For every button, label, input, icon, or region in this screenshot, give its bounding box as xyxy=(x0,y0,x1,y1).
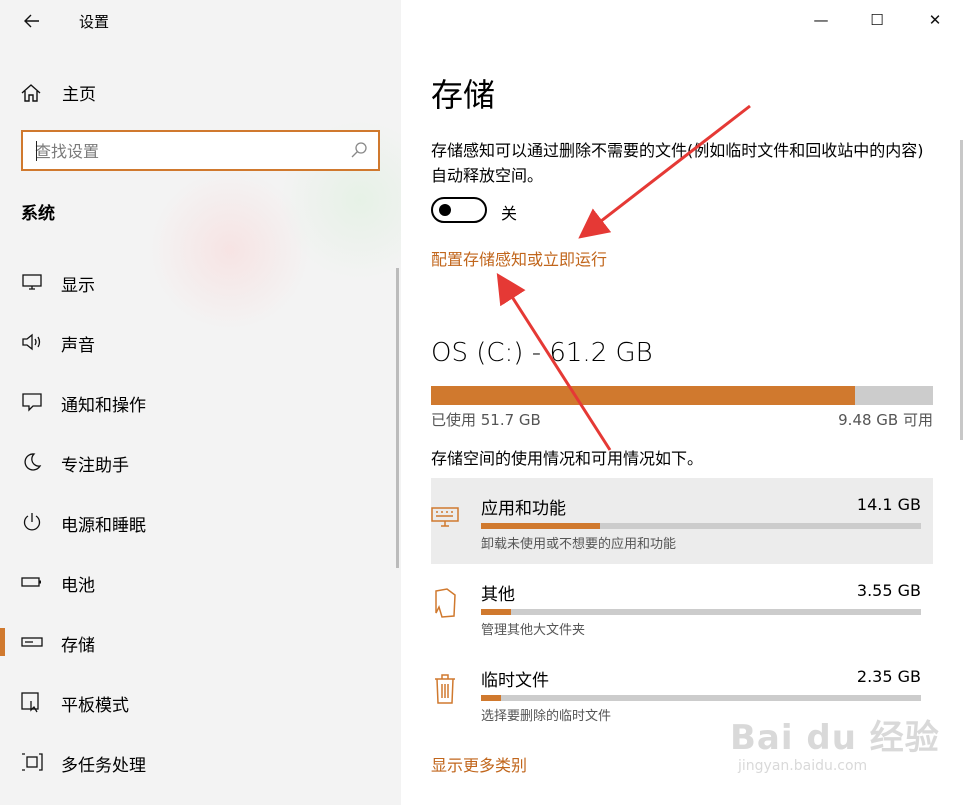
category-usage-fill xyxy=(481,695,501,701)
main-content: — ☐ ✕ 存储 存储感知可以通过删除不需要的文件(例如临时文件和回收站中的内容… xyxy=(401,0,964,805)
storage-sense-toggle[interactable] xyxy=(431,197,487,223)
sidebar-item-battery[interactable]: 电池 xyxy=(0,558,400,608)
category-size: 2.35 GB xyxy=(856,667,921,686)
battery-icon xyxy=(20,570,44,594)
close-button[interactable]: ✕ xyxy=(911,0,959,40)
search-box[interactable] xyxy=(21,130,380,171)
usage-subheading: 存储空间的使用情况和可用情况如下。 xyxy=(431,449,704,468)
main-scrollbar[interactable] xyxy=(960,140,963,440)
section-title: 系统 xyxy=(21,204,55,224)
category-usage-fill xyxy=(481,609,511,615)
category-size: 14.1 GB xyxy=(856,495,921,514)
sidebar-item-label: 专注助手 xyxy=(61,456,129,476)
sidebar-item-label: 主页 xyxy=(62,85,96,105)
sidebar-item-multitasking[interactable]: 多任务处理 xyxy=(0,738,400,788)
category-description: 管理其他大文件夹 xyxy=(481,623,586,638)
back-arrow-icon xyxy=(24,14,39,28)
sidebar-item-label: 显示 xyxy=(61,276,95,296)
monitor-icon xyxy=(20,270,44,294)
category-name: 临时文件 xyxy=(481,671,549,691)
minimize-icon: — xyxy=(813,11,829,29)
sidebar-item-power[interactable]: 电源和睡眠 xyxy=(0,498,400,548)
category-name: 应用和功能 xyxy=(481,499,566,519)
app-title: 设置 xyxy=(79,13,110,31)
category-apps-features[interactable]: 应用和功能 14.1 GB 卸载未使用或不想要的应用和功能 xyxy=(431,478,933,564)
multitask-icon xyxy=(20,750,44,774)
category-size: 3.55 GB xyxy=(856,581,921,600)
baidu-watermark: Bai du 经验 jingyan.baidu.com xyxy=(730,710,950,790)
sidebar-scrollbar[interactable] xyxy=(396,268,399,568)
category-usage-bar xyxy=(481,609,921,615)
minimize-button[interactable]: — xyxy=(797,0,845,40)
search-input[interactable] xyxy=(35,140,335,162)
moon-icon xyxy=(20,450,44,474)
drive-usage-bar xyxy=(431,386,933,405)
watermark-url: jingyan.baidu.com xyxy=(738,758,868,774)
category-description: 卸载未使用或不想要的应用和功能 xyxy=(481,537,677,552)
drive-title: OS (C:) - 61.2 GB xyxy=(431,338,653,368)
category-usage-fill xyxy=(481,523,600,529)
sidebar-item-focus-assist[interactable]: 专注助手 xyxy=(0,438,400,488)
category-usage-bar xyxy=(481,523,921,529)
text-caret xyxy=(36,141,37,161)
sidebar-item-label: 存储 xyxy=(61,636,95,656)
storage-icon xyxy=(20,630,44,654)
category-usage-bar xyxy=(481,695,921,701)
keyboard-icon xyxy=(431,500,459,534)
category-description: 选择要删除的临时文件 xyxy=(481,709,612,724)
sidebar-item-home[interactable]: 主页 xyxy=(20,80,96,105)
sidebar-item-tablet-mode[interactable]: 平板模式 xyxy=(0,678,400,728)
back-button[interactable] xyxy=(16,6,48,36)
close-icon: ✕ xyxy=(928,11,942,29)
search-icon[interactable] xyxy=(350,141,368,159)
category-other[interactable]: 其他 3.55 GB 管理其他大文件夹 xyxy=(431,564,933,650)
sidebar-item-label: 电池 xyxy=(61,576,95,596)
tablet-icon xyxy=(20,690,44,714)
sidebar-item-label: 电源和睡眠 xyxy=(61,516,146,536)
free-space-label: 9.48 GB 可用 xyxy=(838,411,933,429)
toggle-state-label: 关 xyxy=(501,204,518,223)
category-name: 其他 xyxy=(481,585,515,605)
sidebar-item-label: 多任务处理 xyxy=(61,756,146,776)
sidebar: 设置 主页 系统 显示 声音 通知和操作 专注助手 电源和睡眠 电池 存储 xyxy=(0,0,401,805)
sidebar-item-display[interactable]: 显示 xyxy=(0,258,400,308)
maximize-button[interactable]: ☐ xyxy=(853,0,901,40)
power-icon xyxy=(20,510,44,534)
toggle-knob xyxy=(439,204,451,216)
page-title: 存储 xyxy=(431,76,496,114)
sidebar-item-label: 通知和操作 xyxy=(61,396,146,416)
used-space-label: 已使用 51.7 GB xyxy=(431,411,541,429)
sidebar-item-sound[interactable]: 声音 xyxy=(0,318,400,368)
home-icon xyxy=(21,83,41,102)
sidebar-item-notifications[interactable]: 通知和操作 xyxy=(0,378,400,428)
show-more-categories-link[interactable]: 显示更多类别 xyxy=(431,752,527,776)
trash-icon xyxy=(431,672,459,706)
maximize-icon: ☐ xyxy=(870,11,884,29)
sidebar-item-label: 声音 xyxy=(61,336,95,356)
storage-sense-description: 存储感知可以通过删除不需要的文件(例如临时文件和回收站中的内容)自动释放空间。 xyxy=(431,141,924,185)
sidebar-item-storage[interactable]: 存储 xyxy=(0,618,400,668)
watermark-logo: Bai du 经验 xyxy=(730,718,940,758)
notification-icon xyxy=(20,390,44,414)
drive-usage-fill xyxy=(431,386,856,405)
speaker-icon xyxy=(20,330,44,354)
configure-storage-sense-link[interactable]: 配置存储感知或立即运行 xyxy=(431,246,607,270)
active-indicator xyxy=(0,628,5,656)
file-icon xyxy=(431,586,459,620)
sidebar-item-label: 平板模式 xyxy=(61,696,129,716)
